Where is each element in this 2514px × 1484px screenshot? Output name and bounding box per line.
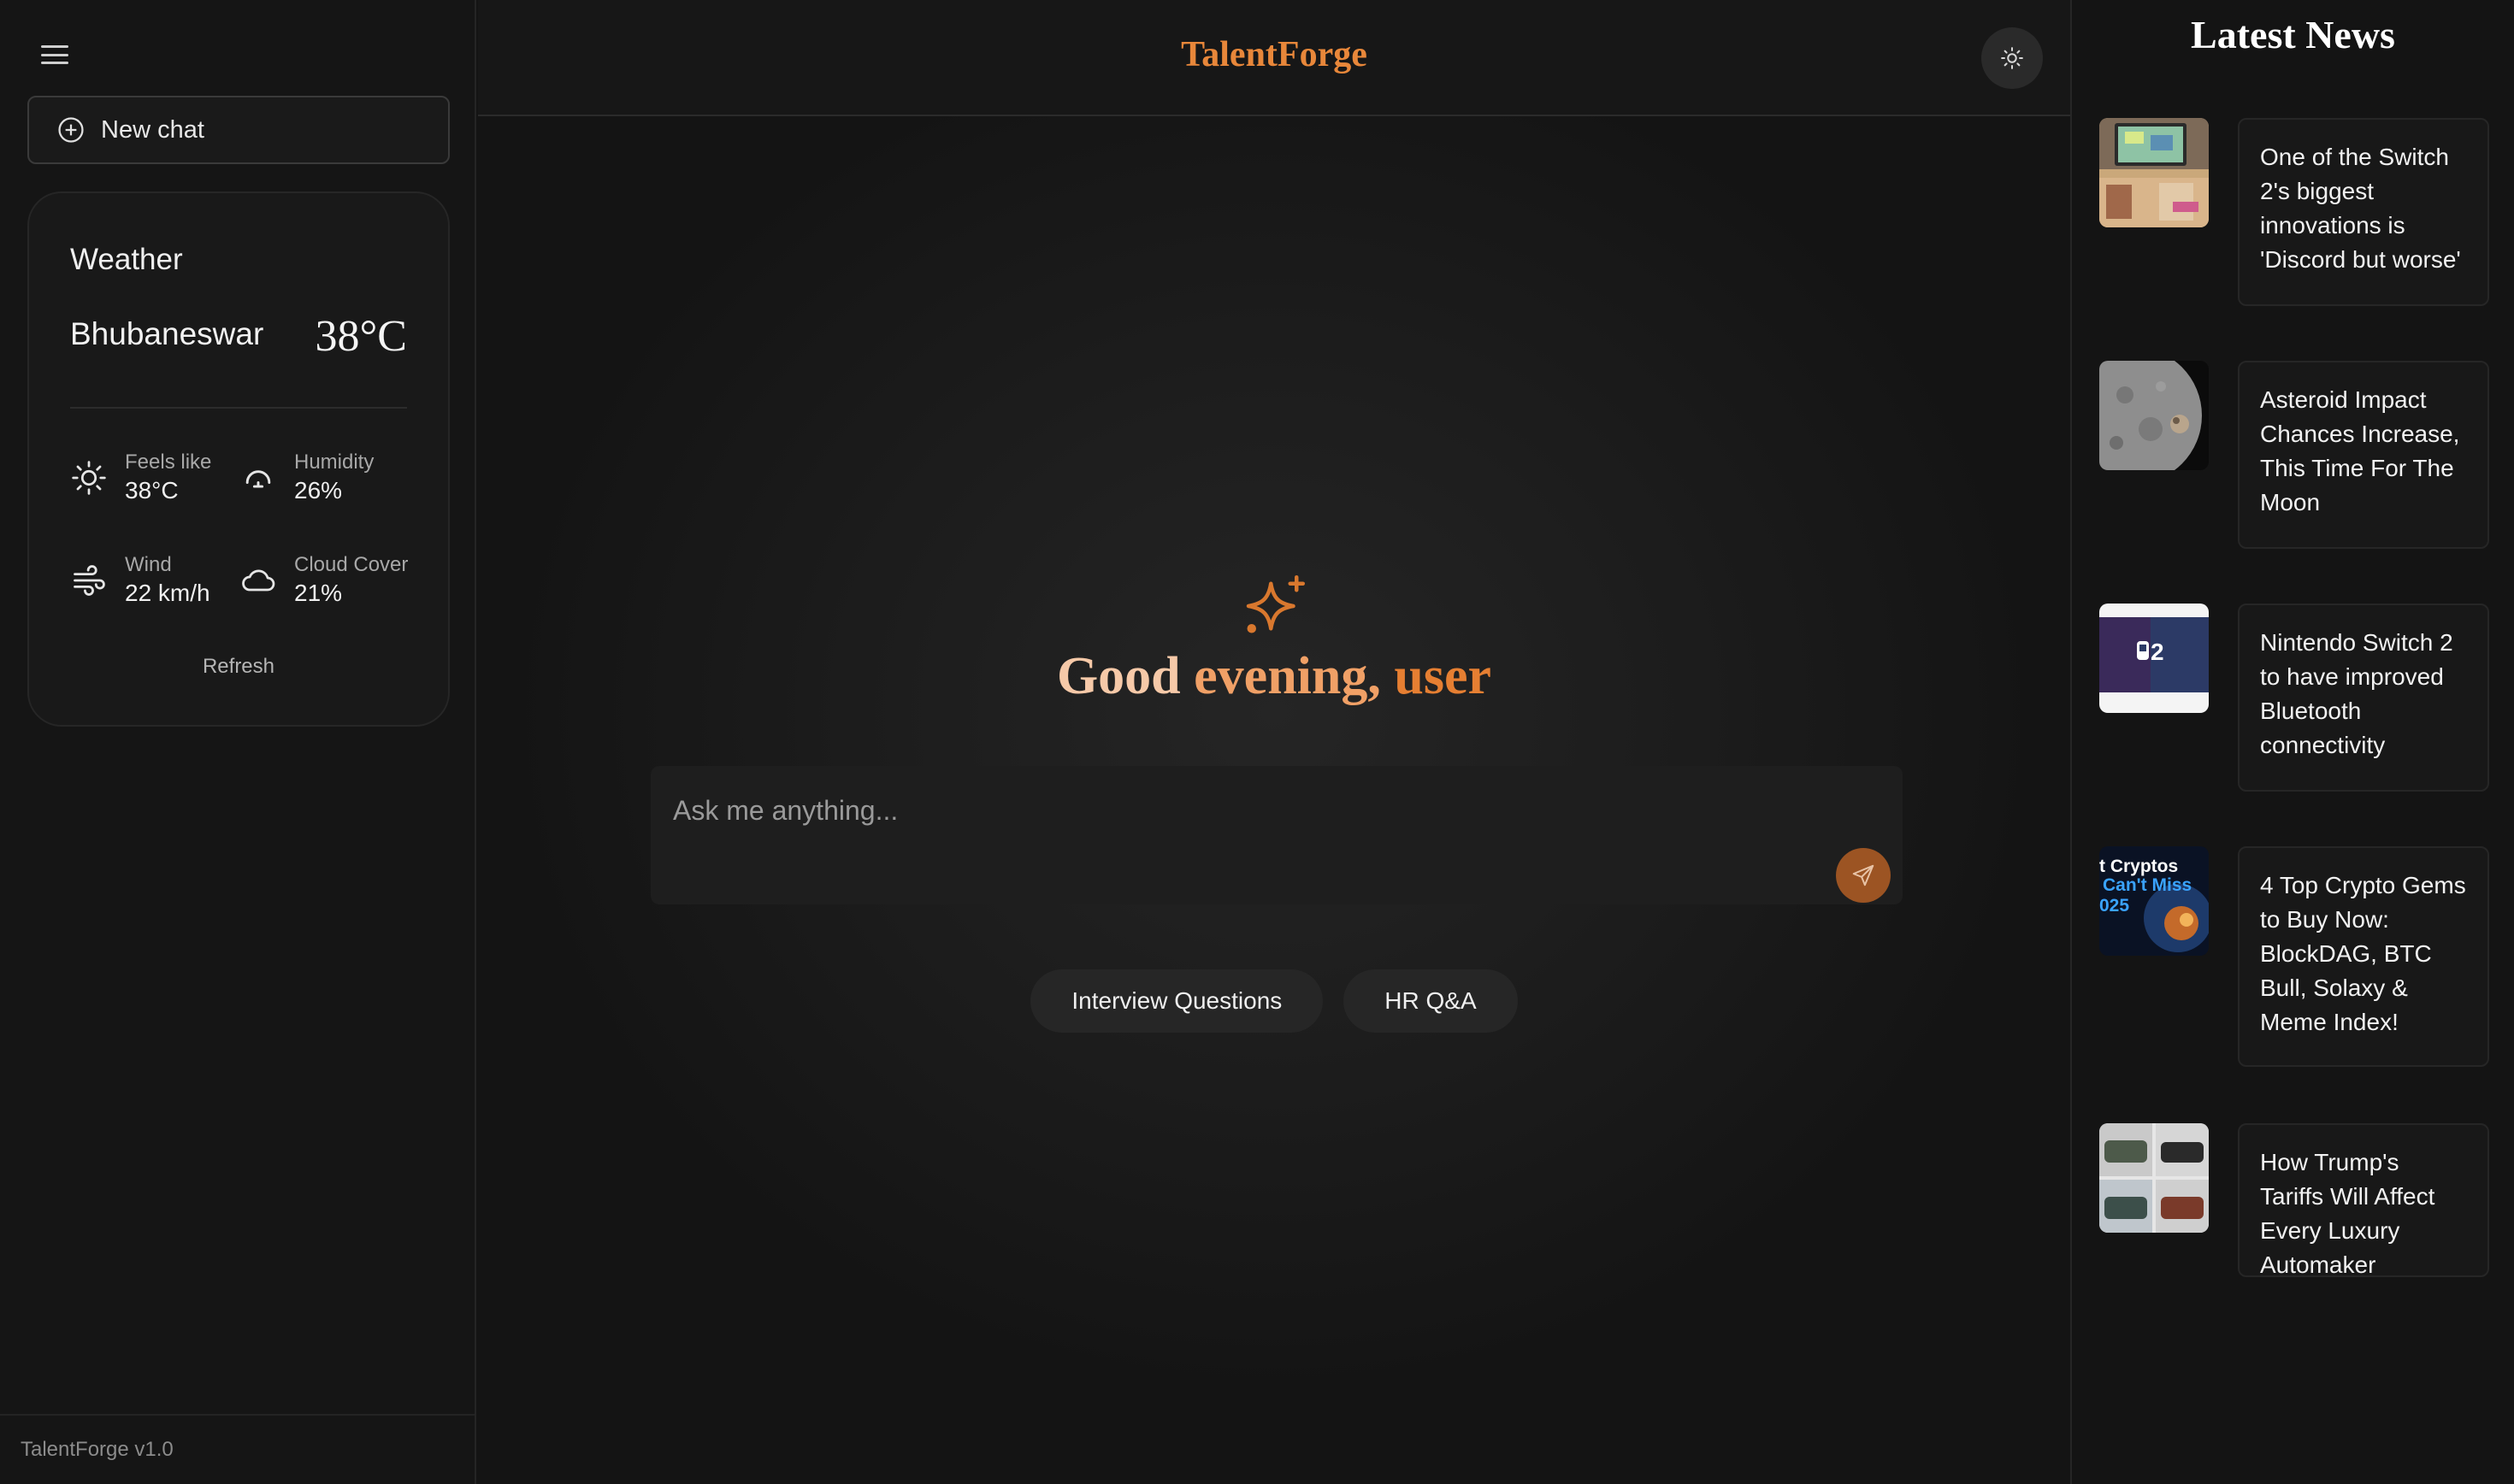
news-headline: 4 Top Crypto Gems to Buy Now: BlockDAG, … [2238,846,2489,1067]
new-chat-label: New chat [101,115,204,144]
cloud-icon [242,569,275,592]
weather-title: Weather [70,243,183,276]
sidebar: New chat Weather Bhubaneswar 38°C Feels … [0,0,476,1484]
greeting-part: evening, [1194,647,1381,705]
sparkle-icon [1246,575,1305,633]
metric-label: Feels like [125,450,212,474]
news-thumbnail [2099,1123,2209,1233]
news-title: Latest News [2191,13,2395,56]
news-headline: Asteroid Impact Chances Increase, This T… [2238,361,2489,549]
chip-hr-qa[interactable]: HR Q&A [1343,969,1518,1033]
metric-value: 38°C [125,477,179,504]
news-panel: Latest News One of the Switch 2's bigges… [2070,0,2514,1484]
main-panel: TalentForge Good evening, user Ask me an… [478,0,2070,1484]
news-thumbnail [2099,361,2209,470]
news-headline: How Trump's Tariffs Will Affect Every Lu… [2238,1123,2489,1278]
weather-city: Bhubaneswar [70,316,264,351]
metric-cloud-cover: Cloud Cover 21% [239,552,408,609]
greeting-part: Good [1056,647,1181,705]
version-label: TalentForge v1.0 [0,1414,475,1484]
new-chat-button[interactable]: New chat [27,96,450,164]
news-thumbnail: 2 [2099,604,2209,713]
crypto-thumb-text: 025 [2099,896,2129,916]
chat-composer [651,766,1903,904]
crypto-thumb-text: t Cryptos [2099,857,2178,876]
top-bar: TalentForge [478,0,2070,116]
metric-value: 21% [294,580,343,606]
chip-interview-questions[interactable]: Interview Questions [1030,969,1324,1033]
crypto-thumb-text: Can't Miss [2103,875,2192,895]
metric-humidity: Humidity 26% [239,450,374,506]
news-thumbnail [2099,118,2209,227]
news-thumbnail: t Cryptos Can't Miss 025 [2099,846,2209,956]
theme-toggle-button[interactable] [1981,27,2043,89]
app-root: New chat Weather Bhubaneswar 38°C Feels … [0,0,2514,1484]
send-icon [1852,864,1874,886]
news-headline: One of the Switch 2's biggest innovation… [2238,118,2489,306]
menu-icon[interactable] [38,41,72,68]
weather-card: Weather Bhubaneswar 38°C Feels like 38°C [27,191,450,727]
weather-divider [70,407,407,409]
metric-label: Wind [125,553,172,576]
suggestion-chips: Interview Questions HR Q&A [478,969,2070,1033]
metric-label: Cloud Cover [294,553,409,576]
metric-wind: Wind 22 km/h [70,552,210,609]
greeting-user: user [1394,647,1492,705]
metric-value: 26% [294,477,343,504]
brand-title: TalentForge [1181,35,1367,74]
gauge-icon [245,470,271,488]
plus-circle-icon [58,117,84,143]
sun-icon [2001,47,2023,69]
greeting-heading: Good evening, user [478,646,2070,707]
metric-value: 22 km/h [125,580,210,606]
sun-icon [72,461,106,495]
metric-label: Humidity [294,450,375,474]
news-headline: Nintendo Switch 2 to have improved Bluet… [2238,604,2489,792]
chat-input[interactable] [673,788,1785,833]
metric-feels-like: Feels like 38°C [70,450,211,506]
send-button[interactable] [1836,848,1891,903]
wind-icon [74,565,105,596]
refresh-button[interactable]: Refresh [29,655,448,679]
weather-temperature: 38°C [315,312,407,361]
switch-logo-text: 2 [2151,639,2164,665]
